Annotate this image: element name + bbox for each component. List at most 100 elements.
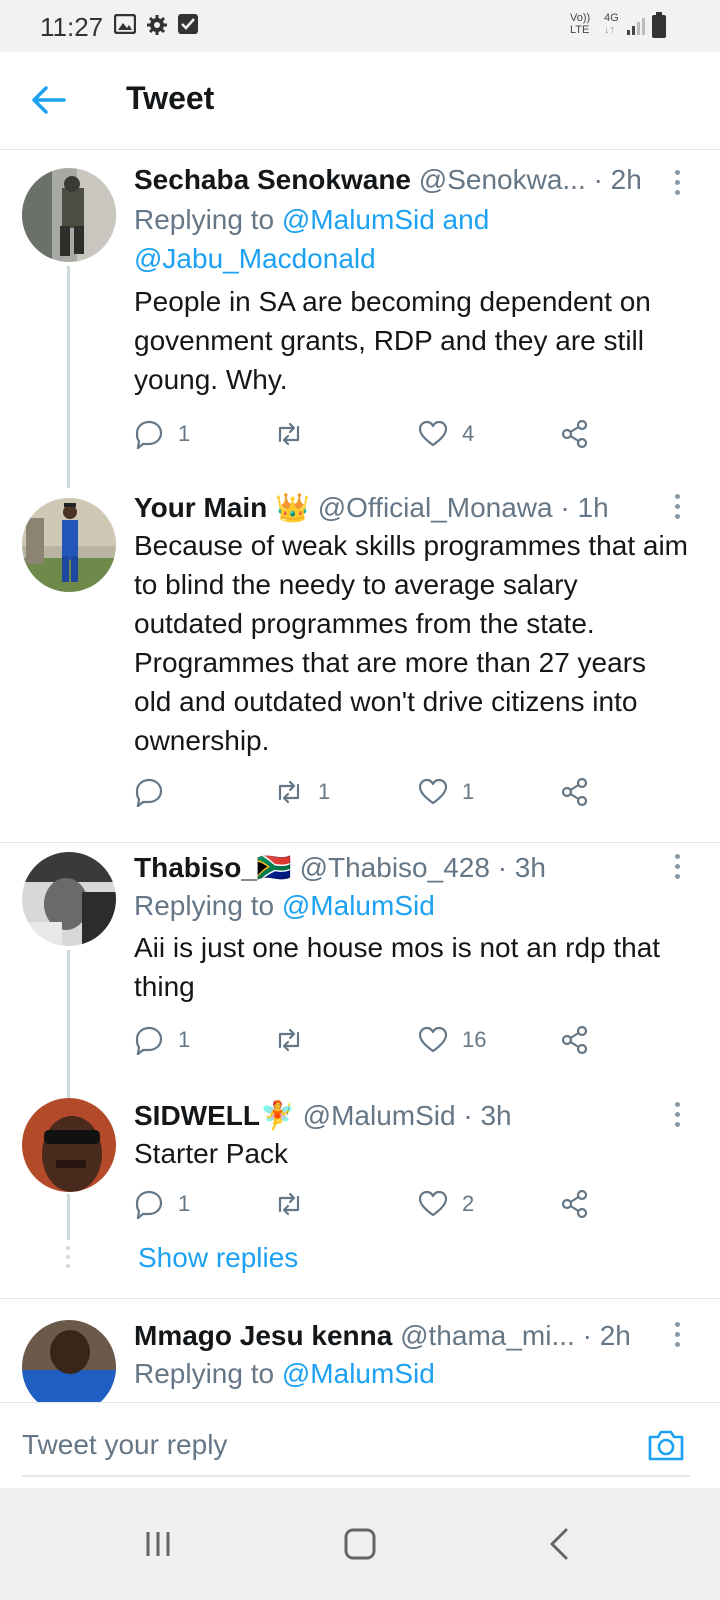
tweet-header: Mmago Jesu kenna @thama_mi... · 2h	[134, 1320, 631, 1351]
like-button[interactable]: 1	[418, 774, 474, 810]
retweet-button[interactable]: 1	[274, 774, 330, 810]
author-handle[interactable]: @Thabiso_428	[300, 852, 490, 883]
avatar[interactable]	[22, 852, 116, 946]
like-count: 16	[462, 1027, 487, 1052]
reply-button[interactable]	[134, 774, 178, 810]
reply-button[interactable]: 1	[134, 416, 190, 452]
tweet-time: 3h	[480, 1100, 512, 1131]
tweet-header: SIDWELL🧚 @MalumSid · 3h	[134, 1100, 512, 1131]
show-replies-link[interactable]: Show replies	[138, 1242, 298, 1274]
more-options-icon[interactable]	[672, 1322, 682, 1350]
tweet-text: Because of weak skills programmes that a…	[134, 530, 688, 756]
retweet-button[interactable]	[274, 1186, 318, 1222]
reply-button[interactable]: 1	[134, 1186, 190, 1222]
mention-link[interactable]: @MalumSid	[282, 1358, 435, 1389]
more-options-icon[interactable]	[672, 170, 682, 198]
back-icon[interactable]	[536, 1520, 584, 1568]
share-button[interactable]	[560, 774, 590, 810]
retweet-button[interactable]	[274, 1022, 318, 1058]
tweet-header: Thabiso_🇿🇦 @Thabiso_428 · 3h	[134, 852, 546, 883]
home-icon[interactable]	[336, 1520, 384, 1568]
tweet-divider	[0, 842, 720, 843]
tweet-divider	[0, 1298, 720, 1299]
avatar[interactable]	[22, 1098, 116, 1192]
thread-continuation-dots	[66, 1246, 70, 1273]
more-options-icon[interactable]	[672, 494, 682, 522]
heart-icon	[418, 420, 448, 447]
like-count: 2	[462, 1191, 475, 1216]
back-arrow-icon[interactable]	[30, 82, 66, 118]
tweet-mmago[interactable]: Mmago Jesu kenna @thama_mi... · 2h Reply…	[0, 1318, 720, 1402]
tweet-header: Sechaba Senokwane @Senokwa... · 2h	[134, 164, 642, 195]
signal-icon	[627, 18, 645, 35]
mention-link[interactable]: @MalumSid	[282, 890, 435, 921]
mention-link[interactable]: @Jabu_Macdonald	[134, 243, 376, 274]
like-count: 1	[462, 779, 475, 804]
tweet-time: 2h	[610, 164, 642, 195]
volte-indicator: Vo)) LTE	[570, 12, 591, 36]
like-button[interactable]: 16	[418, 1022, 486, 1058]
share-icon	[561, 419, 588, 449]
reply-count: 1	[178, 421, 191, 446]
author-name[interactable]: Mmago Jesu kenna	[134, 1320, 392, 1351]
input-underline	[22, 1475, 690, 1477]
tweet-actions: 1 4	[134, 416, 614, 452]
share-button[interactable]	[560, 1022, 590, 1058]
status-bar: 11:27 Vo)) LTE 4G ↓↑	[0, 0, 720, 52]
replying-to: Replying to @MalumSid	[134, 1358, 435, 1389]
share-button[interactable]	[560, 416, 590, 452]
reply-icon	[135, 778, 163, 807]
like-button[interactable]: 2	[418, 1186, 474, 1222]
share-button[interactable]	[560, 1186, 590, 1222]
retweet-icon	[278, 422, 300, 446]
reply-button[interactable]: 1	[134, 1022, 190, 1058]
author-name[interactable]: Sechaba Senokwane	[134, 164, 411, 195]
battery-icon	[652, 12, 666, 38]
author-handle[interactable]: @Senokwa...	[419, 164, 586, 195]
reply-icon	[135, 420, 163, 449]
retweet-button[interactable]	[274, 416, 318, 452]
author-handle[interactable]: @thama_mi...	[400, 1320, 575, 1351]
author-name[interactable]: SIDWELL	[134, 1100, 260, 1131]
camera-icon[interactable]	[646, 1427, 686, 1463]
author-handle[interactable]: @Official_Monawa	[318, 492, 553, 523]
heart-icon	[418, 1190, 448, 1217]
thread-line	[67, 266, 70, 488]
network-type-indicator: 4G ↓↑	[604, 12, 619, 36]
mention-link[interactable]: @MalumSid and	[282, 204, 489, 235]
retweet-count: 1	[318, 779, 331, 804]
south-africa-flag-emoji: 🇿🇦	[256, 852, 292, 883]
author-handle[interactable]: @MalumSid	[303, 1100, 456, 1131]
retweet-icon	[278, 1192, 300, 1216]
replying-to: Replying to @MalumSid	[134, 890, 435, 921]
more-options-icon[interactable]	[672, 854, 682, 882]
checkbox-icon	[178, 14, 198, 34]
tweet-text: People in SA are becoming dependent on g…	[134, 286, 651, 395]
more-options-icon[interactable]	[672, 1102, 682, 1130]
avatar[interactable]	[22, 168, 116, 262]
avatar[interactable]	[22, 498, 116, 592]
heart-icon	[418, 778, 448, 805]
thread-line	[67, 950, 70, 1100]
author-name[interactable]: Your Main	[134, 492, 267, 523]
reply-icon	[135, 1026, 163, 1055]
reply-input[interactable]	[22, 1425, 642, 1465]
app-header: Tweet	[0, 52, 720, 150]
tweet-header: Your Main 👑 @Official_Monawa · 1h	[134, 492, 609, 523]
settings-icon	[147, 15, 167, 35]
reply-icon	[135, 1190, 163, 1219]
retweet-icon	[278, 780, 300, 804]
recent-apps-icon[interactable]	[134, 1520, 182, 1568]
avatar[interactable]	[22, 1320, 116, 1402]
tweet-text: Aii is just one house mos is not an rdp …	[134, 932, 661, 1002]
tweet-actions: 1 16	[134, 1022, 614, 1058]
like-count: 4	[462, 421, 475, 446]
tweet-time: 3h	[514, 852, 546, 883]
reply-count: 1	[178, 1191, 191, 1216]
system-nav-bar	[0, 1488, 720, 1600]
author-name[interactable]: Thabiso_	[134, 852, 257, 883]
thread-line	[67, 1194, 70, 1240]
reply-count: 1	[178, 1027, 191, 1052]
tweet-text: Starter Pack	[134, 1138, 289, 1169]
like-button[interactable]: 4	[418, 416, 474, 452]
